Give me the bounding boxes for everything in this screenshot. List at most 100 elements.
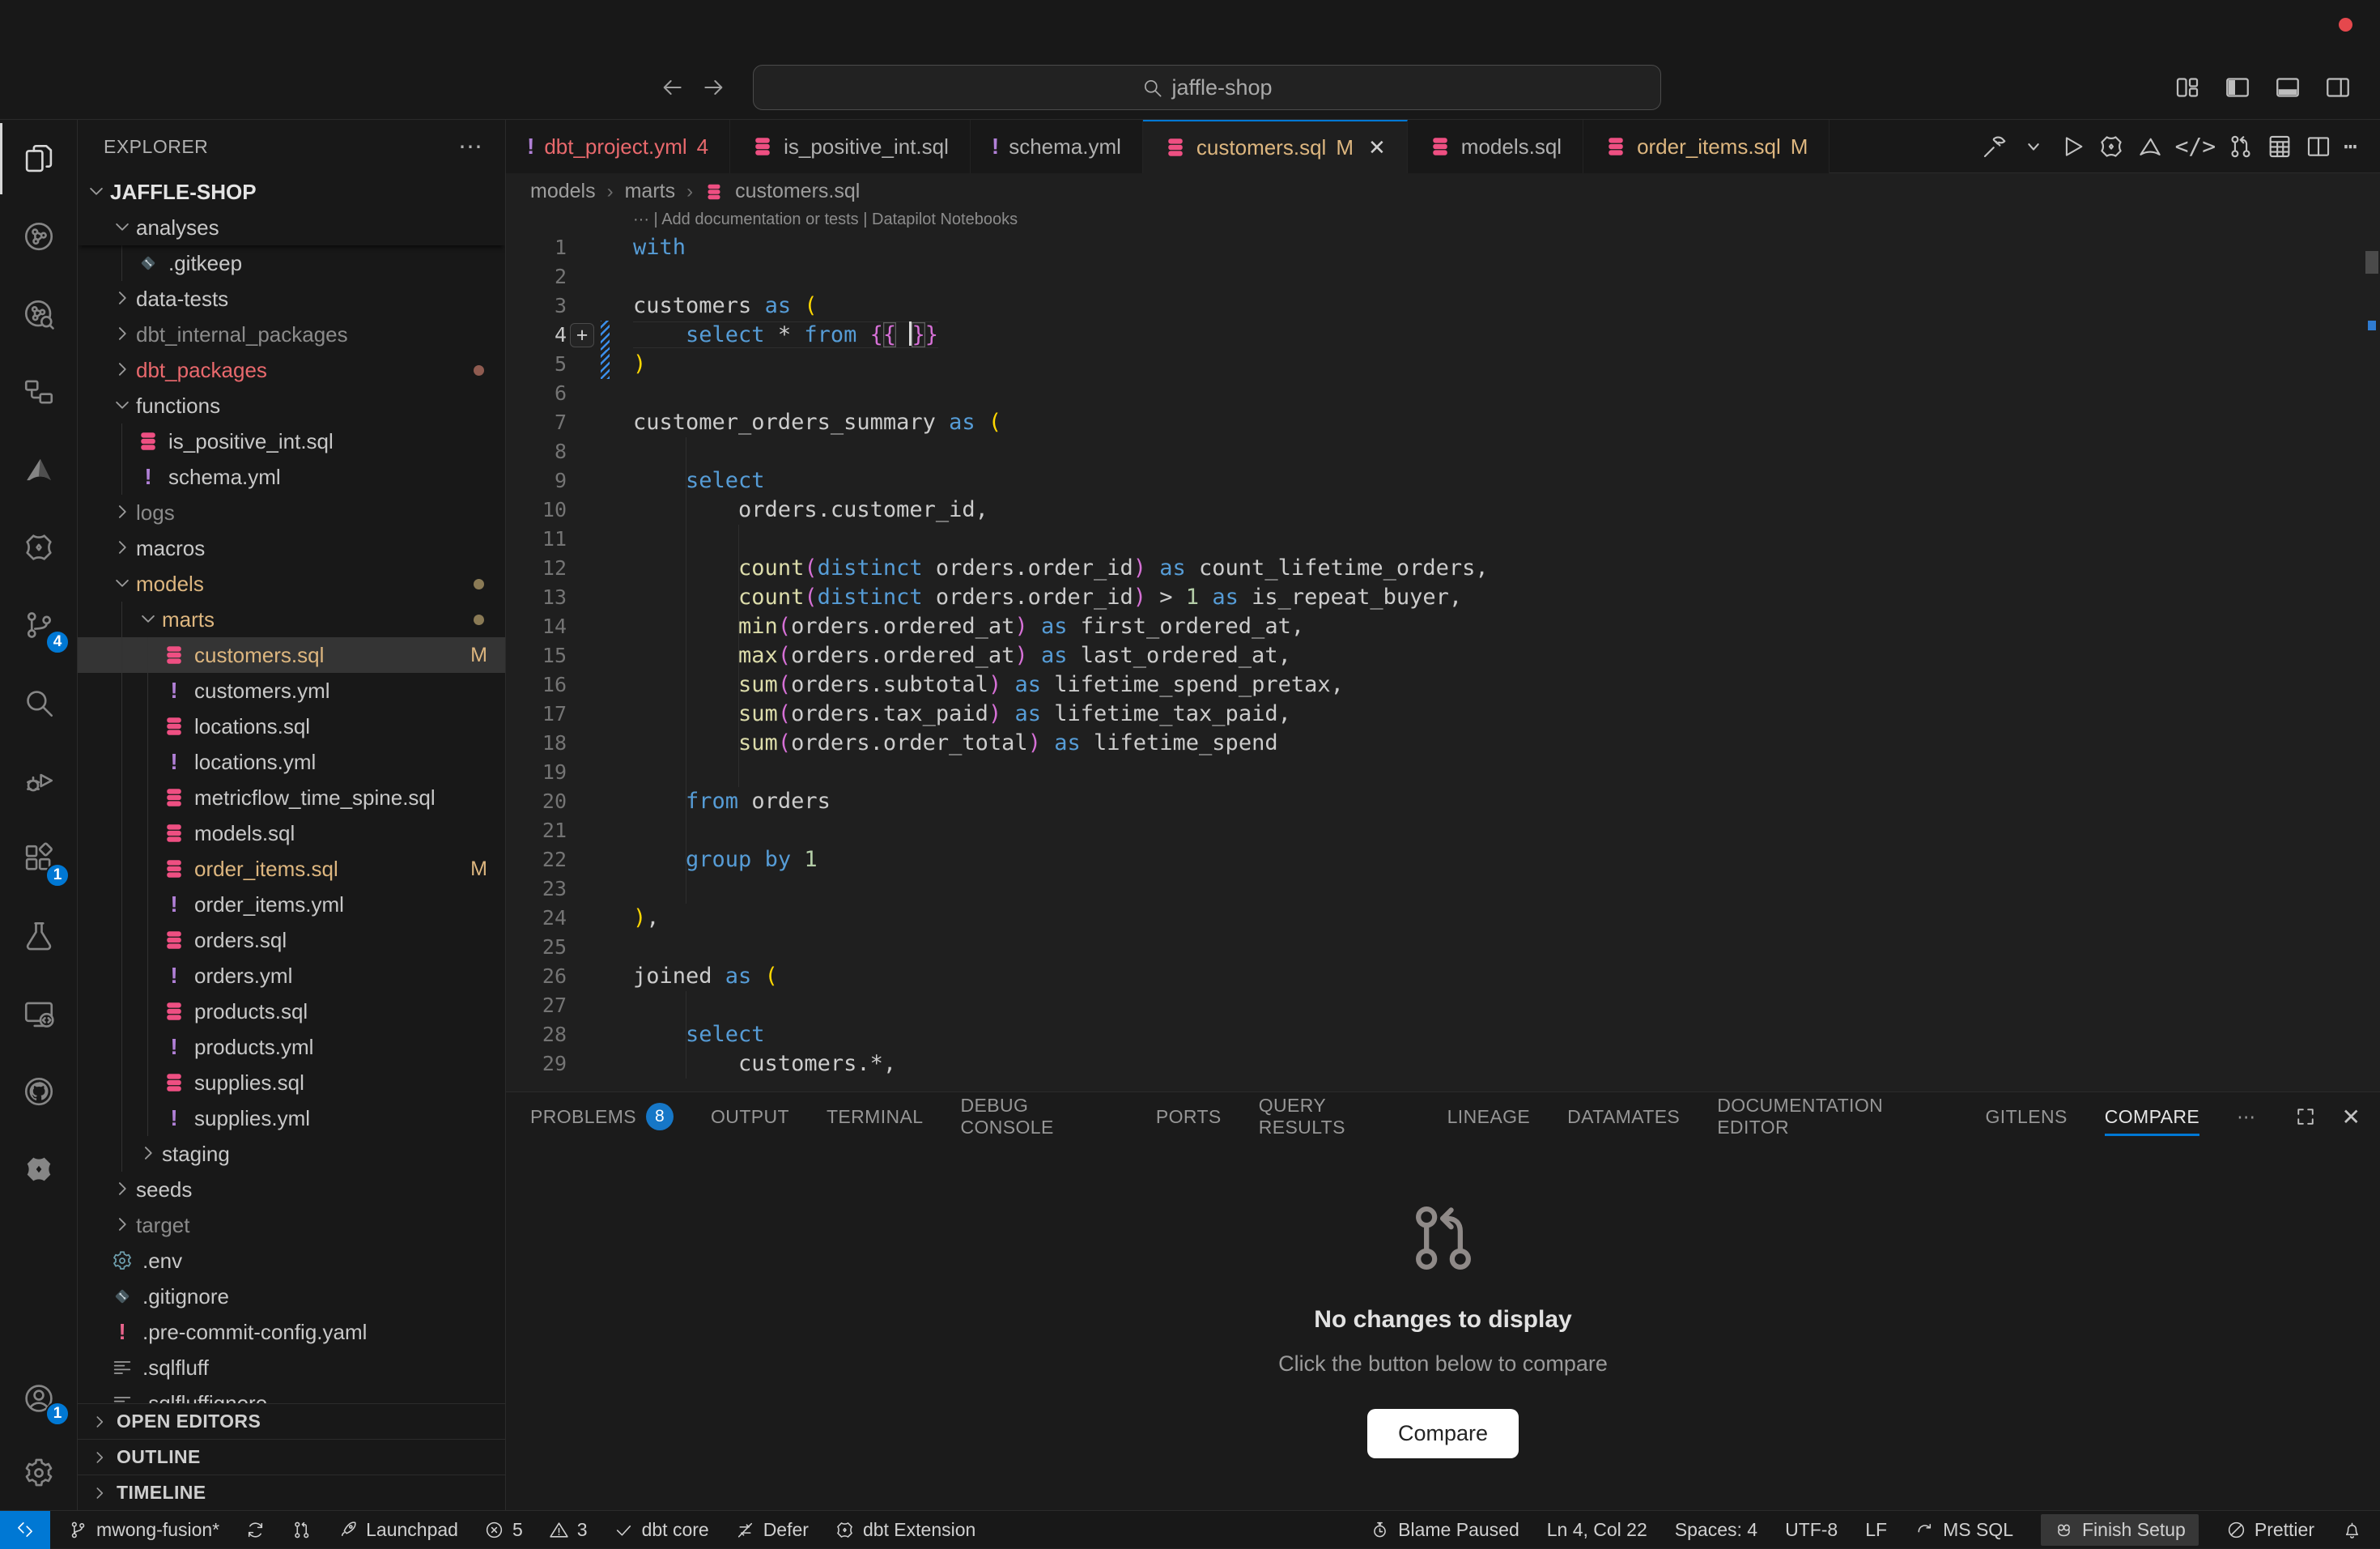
compare-button[interactable]: Compare bbox=[1367, 1409, 1519, 1458]
action-hammer-icon[interactable] bbox=[1981, 133, 2008, 160]
tree-item-metricflow_time_spine.sql[interactable]: metricflow_time_spine.sql bbox=[78, 780, 505, 815]
status-warnings[interactable]: 3 bbox=[549, 1519, 588, 1541]
activity-dbt-run-results[interactable] bbox=[0, 198, 78, 275]
tree-item-logs[interactable]: logs bbox=[78, 495, 505, 530]
code-editor[interactable]: 1 with 2 3 customers as ( 4 + select * f… bbox=[506, 233, 2364, 1079]
tab-order_items.sql[interactable]: order_items.sql M bbox=[1583, 120, 1830, 173]
tree-item-products.yml[interactable]: !products.yml bbox=[78, 1029, 505, 1065]
nav-forward-icon[interactable] bbox=[696, 70, 732, 105]
status-dbt-core[interactable]: dbt core bbox=[614, 1519, 709, 1541]
tree-item-supplies.yml[interactable]: !supplies.yml bbox=[78, 1100, 505, 1136]
panel-more-icon[interactable]: ⋯ bbox=[2237, 1092, 2255, 1141]
activity-remote-explorer[interactable] bbox=[0, 975, 78, 1053]
close-icon[interactable]: ✕ bbox=[1368, 135, 1386, 160]
tab-schema.yml[interactable]: !schema.yml bbox=[971, 120, 1143, 173]
tree-item-marts[interactable]: marts bbox=[78, 602, 505, 637]
more-actions-icon[interactable]: ⋯ bbox=[458, 133, 484, 161]
panel-tab-problems[interactable]: PROBLEMS 8 bbox=[530, 1092, 674, 1141]
tree-item-functions[interactable]: functions bbox=[78, 388, 505, 423]
panel-tab-debug-console[interactable]: DEBUG CONSOLE bbox=[960, 1092, 1118, 1141]
status-pull-request[interactable] bbox=[291, 1520, 312, 1540]
tree-item-customers.sql[interactable]: customers.sql M bbox=[78, 637, 505, 673]
tree-item-analyses[interactable]: analyses bbox=[78, 210, 505, 245]
activity-explorer[interactable] bbox=[0, 120, 78, 198]
tree-item-order_items.sql[interactable]: order_items.sql M bbox=[78, 851, 505, 887]
add-line-button[interactable]: + bbox=[570, 323, 594, 347]
panel-tab-output[interactable]: OUTPUT bbox=[711, 1092, 789, 1141]
nav-back-icon[interactable] bbox=[654, 70, 690, 105]
activity-run-and-debug[interactable] bbox=[0, 742, 78, 819]
activity-settings[interactable] bbox=[0, 1436, 78, 1510]
tab-is_positive_int.sql[interactable]: is_positive_int.sql bbox=[730, 120, 971, 173]
activity-search[interactable] bbox=[0, 664, 78, 742]
tree-item-dbt_packages[interactable]: dbt_packages bbox=[78, 352, 505, 388]
action-ellipsis-icon[interactable]: ⋯ bbox=[2344, 133, 2357, 160]
status-launchpad[interactable]: Launchpad bbox=[338, 1519, 458, 1541]
status-language-mode[interactable]: MS SQL bbox=[1915, 1519, 2013, 1541]
activity-github[interactable] bbox=[0, 1053, 78, 1130]
tree-item-.sqlfluff[interactable]: .sqlfluff bbox=[78, 1350, 505, 1385]
activity-dbt-actions[interactable] bbox=[0, 1130, 78, 1208]
tree-item-orders.sql[interactable]: orders.sql bbox=[78, 922, 505, 958]
tree-item-.sqlfluffignore[interactable]: .sqlfluffignore bbox=[78, 1385, 505, 1403]
status-sync[interactable] bbox=[245, 1520, 266, 1540]
activity-flow-diagram[interactable] bbox=[0, 353, 78, 431]
tree-item-customers.yml[interactable]: !customers.yml bbox=[78, 673, 505, 709]
activity-accounts[interactable]: 1 bbox=[0, 1361, 78, 1436]
panel-tab-terminal[interactable]: TERMINAL bbox=[827, 1092, 924, 1141]
action-compare-sm-icon[interactable] bbox=[2227, 133, 2255, 160]
activity-dbt-power-user[interactable] bbox=[0, 509, 78, 586]
breadcrumb-item[interactable]: models bbox=[530, 180, 596, 203]
status-cursor-position[interactable]: Ln 4, Col 22 bbox=[1547, 1519, 1647, 1541]
tree-item-dbt_internal_packages[interactable]: dbt_internal_packages bbox=[78, 317, 505, 352]
action-split-icon[interactable] bbox=[2305, 133, 2332, 160]
panel-tab-documentation-editor[interactable]: DOCUMENTATION EDITOR bbox=[1717, 1092, 1948, 1141]
tab-customers.sql[interactable]: customers.sql M ✕ bbox=[1143, 120, 1408, 173]
tree-item-seeds[interactable]: seeds bbox=[78, 1172, 505, 1207]
tab-models.sql[interactable]: models.sql bbox=[1408, 120, 1583, 173]
section-open-editors[interactable]: OPEN EDITORS bbox=[78, 1403, 505, 1439]
panel-tab-datamates[interactable]: DATAMATES bbox=[1567, 1092, 1680, 1141]
panel-tab-query-results[interactable]: QUERY RESULTS bbox=[1259, 1092, 1410, 1141]
tree-item-target[interactable]: target bbox=[78, 1207, 505, 1243]
tree-item-.pre-commit-config.yaml[interactable]: !.pre-commit-config.yaml bbox=[78, 1314, 505, 1350]
activity-extensions[interactable]: 1 bbox=[0, 819, 78, 897]
tree-item-is_positive_int.sql[interactable]: is_positive_int.sql bbox=[78, 423, 505, 459]
tree-item-.env[interactable]: .env bbox=[78, 1243, 505, 1279]
status-notifications[interactable] bbox=[2342, 1520, 2362, 1540]
tree-item-models[interactable]: models bbox=[78, 566, 505, 602]
action-table-icon[interactable] bbox=[2266, 133, 2293, 160]
close-panel-icon[interactable]: ✕ bbox=[2342, 1104, 2361, 1130]
panel-tab-ports[interactable]: PORTS bbox=[1156, 1092, 1222, 1141]
action-play-icon[interactable] bbox=[2059, 133, 2086, 160]
tree-item-locations.yml[interactable]: !locations.yml bbox=[78, 744, 505, 780]
status-encoding[interactable]: UTF-8 bbox=[1785, 1519, 1838, 1541]
section-outline[interactable]: OUTLINE bbox=[78, 1439, 505, 1475]
scrollbar-thumb[interactable] bbox=[2365, 251, 2378, 274]
tree-item-.gitignore[interactable]: .gitignore bbox=[78, 1279, 505, 1314]
maximize-panel-icon[interactable] bbox=[2293, 1104, 2318, 1129]
panel-tab-compare[interactable]: COMPARE bbox=[2105, 1092, 2199, 1141]
panel-tab-gitlens[interactable]: GITLENS bbox=[1986, 1092, 2068, 1141]
status-defer[interactable]: Defer bbox=[735, 1519, 809, 1541]
tree-item-locations.sql[interactable]: locations.sql bbox=[78, 709, 505, 744]
status-git-branch[interactable]: mwong-fusion* bbox=[68, 1519, 219, 1541]
toggle-sidebar-right-icon[interactable] bbox=[2323, 73, 2352, 102]
customize-layout-icon[interactable] bbox=[2173, 73, 2202, 102]
tree-item-orders.yml[interactable]: !orders.yml bbox=[78, 958, 505, 994]
toggle-sidebar-left-icon[interactable] bbox=[2223, 73, 2252, 102]
breadcrumb-item[interactable]: marts bbox=[625, 180, 676, 203]
tree-item-data-tests[interactable]: data-tests bbox=[78, 281, 505, 317]
status-errors[interactable]: 5 bbox=[484, 1519, 523, 1541]
status-blame-paused[interactable]: Blame Paused bbox=[1370, 1519, 1519, 1541]
status-eol[interactable]: LF bbox=[1865, 1519, 1887, 1541]
status-indentation[interactable]: Spaces: 4 bbox=[1675, 1519, 1757, 1541]
activity-source-control[interactable]: 4 bbox=[0, 586, 78, 664]
remote-indicator[interactable] bbox=[0, 1511, 50, 1549]
panel-tab-lineage[interactable]: LINEAGE bbox=[1447, 1092, 1531, 1141]
tree-item-models.sql[interactable]: models.sql bbox=[78, 815, 505, 851]
tree-item-macros[interactable]: macros bbox=[78, 530, 505, 566]
tree-item-JAFFLE-SHOP[interactable]: JAFFLE-SHOP bbox=[78, 174, 505, 210]
tree-item-supplies.sql[interactable]: supplies.sql bbox=[78, 1065, 505, 1100]
codelens-link[interactable]: ··· bbox=[633, 211, 649, 228]
